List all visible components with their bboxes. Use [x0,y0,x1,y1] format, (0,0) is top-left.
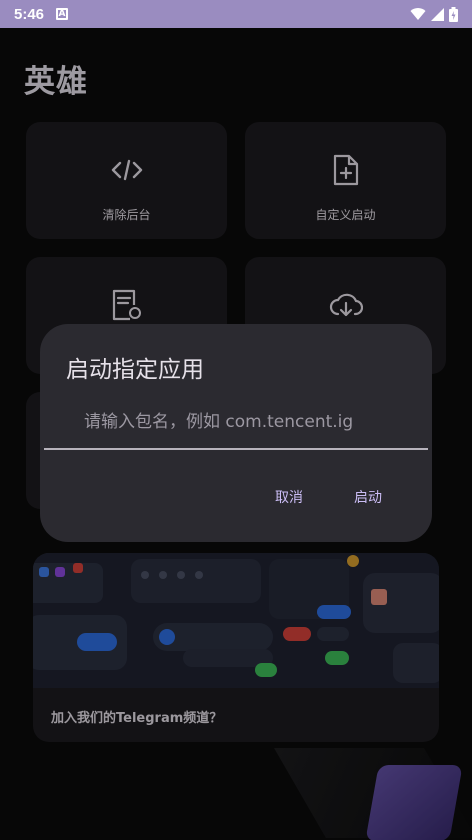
cancel-button[interactable]: 取消 [275,487,303,507]
dialog-title: 启动指定应用 [66,357,204,383]
signal-icon [431,7,444,21]
status-icons [410,6,458,22]
status-bar: 5:46 A [0,0,472,28]
status-time: 5:46 [14,5,45,23]
launch-app-dialog: 启动指定应用 取消 启动 [40,324,432,542]
battery-icon [449,6,458,22]
wifi-icon [410,7,426,20]
launch-button[interactable]: 启动 [354,487,382,507]
notification-icon: A [56,8,69,20]
package-name-input[interactable] [44,396,428,450]
